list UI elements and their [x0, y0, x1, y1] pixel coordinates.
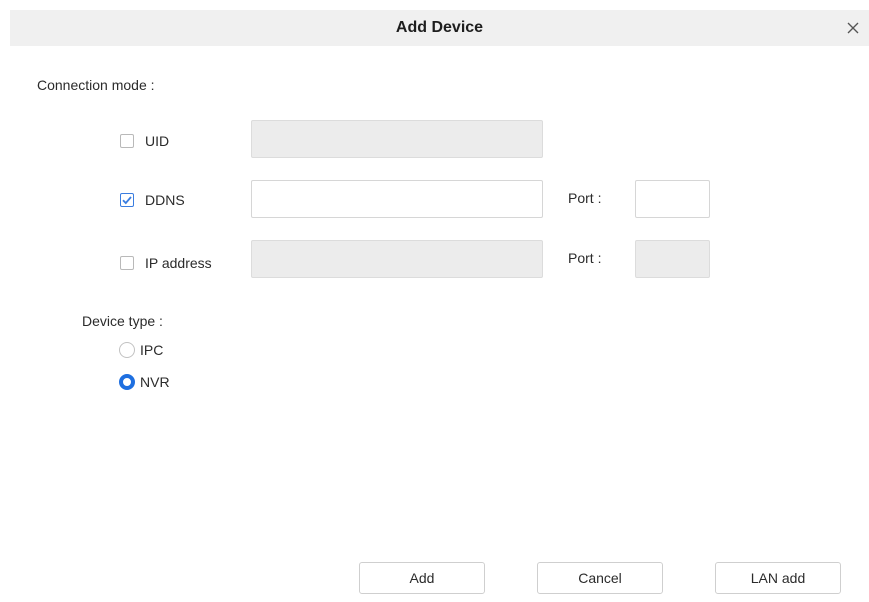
uid-input[interactable]: [251, 120, 543, 158]
uid-label: UID: [145, 133, 170, 149]
close-icon[interactable]: [843, 18, 863, 38]
ip-address-input[interactable]: [251, 240, 543, 278]
ip-port-label: Port :: [568, 250, 602, 266]
ddns-checkbox[interactable]: [120, 193, 134, 207]
cancel-button[interactable]: Cancel: [537, 562, 663, 594]
ddns-input[interactable]: [251, 180, 543, 218]
radio-ipc[interactable]: [119, 342, 135, 358]
ip-address-checkbox[interactable]: [120, 256, 134, 270]
connection-mode-label: Connection mode :: [37, 77, 155, 93]
ddns-port-input[interactable]: [635, 180, 710, 218]
add-button[interactable]: Add: [359, 562, 485, 594]
radio-nvr[interactable]: [119, 374, 135, 390]
device-type-label: Device type :: [82, 313, 163, 329]
ddns-port-label: Port :: [568, 190, 602, 206]
radio-nvr-label: NVR: [140, 374, 170, 390]
radio-ipc-label: IPC: [140, 342, 164, 358]
ip-address-label: IP address: [145, 255, 212, 271]
dialog-titlebar: Add Device: [10, 10, 869, 46]
uid-checkbox[interactable]: [120, 134, 134, 148]
ip-port-input[interactable]: [635, 240, 710, 278]
ddns-label: DDNS: [145, 192, 185, 208]
checkmark-icon: [122, 196, 132, 205]
dialog-title: Add Device: [395, 19, 484, 36]
lan-add-button[interactable]: LAN add: [715, 562, 841, 594]
